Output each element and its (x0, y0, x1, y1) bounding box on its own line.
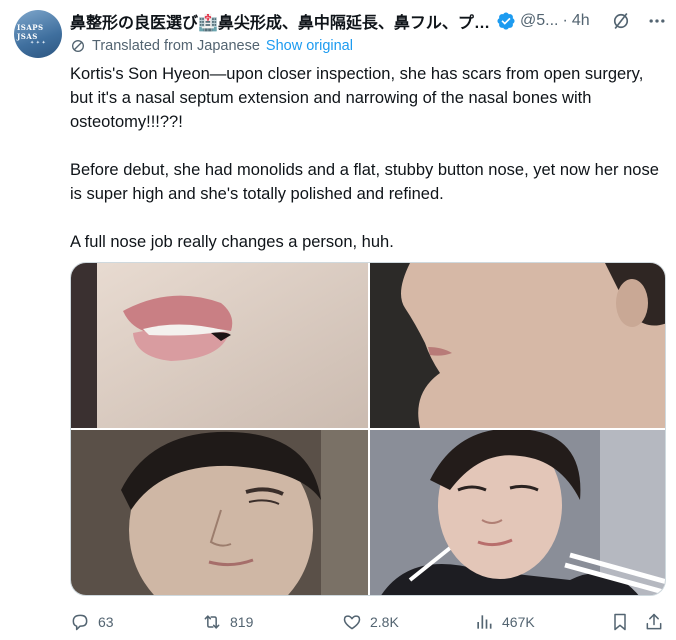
tweet-paragraph: Before debut, she had monolids and a fla… (70, 161, 659, 203)
media-grid (70, 262, 666, 596)
tweet-paragraph: Kortis's Son Hyeon—upon closer inspectio… (70, 65, 644, 131)
avatar[interactable]: ISAPS JSAS ✦ ✦ ✦ (14, 10, 62, 58)
like-button[interactable]: 2.8K (342, 608, 399, 636)
reply-button[interactable]: 63 (70, 608, 114, 636)
retweet-icon (204, 615, 220, 629)
media-image-nose-profile[interactable] (370, 263, 665, 428)
view-count: 467K (502, 614, 535, 630)
reply-count: 63 (98, 614, 114, 630)
bookmark-button[interactable] (610, 608, 630, 636)
tweet-paragraph: A full nose job really changes a person,… (70, 233, 394, 251)
show-original-link[interactable]: Show original (266, 38, 353, 54)
like-count: 2.8K (370, 614, 399, 630)
tweet-header: 鼻整形の良医選び🏥鼻尖形成、鼻中隔延長、鼻フル、プロテ... @5... · 4… (70, 8, 668, 34)
display-name[interactable]: 鼻整形の良医選び🏥鼻尖形成、鼻中隔延長、鼻フル、プロテ... (70, 9, 492, 33)
media-image-post-debut[interactable] (370, 430, 665, 595)
grok-icon[interactable] (610, 10, 632, 32)
retweet-count: 819 (230, 614, 254, 630)
media-image-lips[interactable] (71, 263, 368, 428)
retweet-button[interactable]: 819 (202, 608, 253, 636)
views-icon (477, 615, 492, 629)
avatar-logo-text: ISAPS JSAS (17, 23, 44, 41)
tweet-actions: 63 819 2.8K 467K (70, 608, 668, 636)
translate-icon (72, 40, 84, 52)
timestamp[interactable]: 4h (572, 12, 590, 30)
separator-dot: · (562, 12, 568, 29)
tweet-text: Kortis's Son Hyeon—upon closer inspectio… (70, 62, 670, 278)
media-image-pre-debut[interactable] (71, 430, 368, 595)
more-icon[interactable] (646, 10, 668, 32)
heart-icon (343, 615, 361, 630)
reply-icon (72, 614, 88, 631)
translation-label: Translated from Japanese (92, 38, 260, 54)
verified-badge-icon (497, 12, 515, 30)
views-button[interactable]: 467K (474, 608, 535, 636)
header-icons (610, 8, 668, 34)
bookmark-icon (614, 613, 626, 631)
handle[interactable]: @5... (520, 12, 558, 30)
avatar-subtext: ✦ ✦ ✦ (30, 40, 46, 46)
translation-bar: Translated from Japanese Show original (70, 38, 353, 54)
share-button[interactable] (644, 608, 664, 636)
share-icon (646, 613, 662, 630)
